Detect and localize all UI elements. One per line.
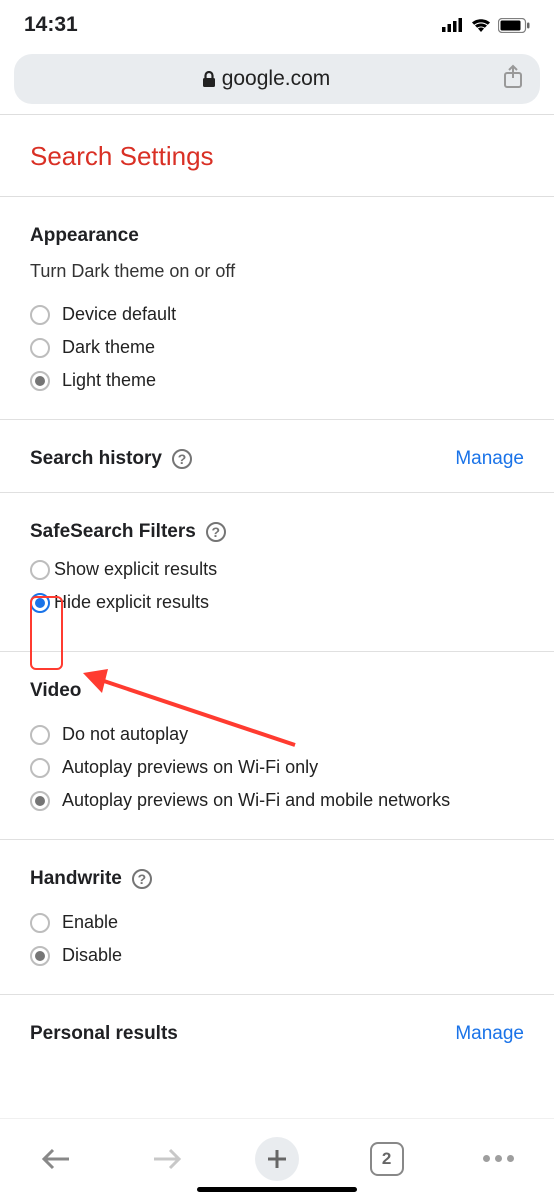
home-indicator [197,1187,357,1192]
radio-label: Enable [62,912,118,933]
section-video: Video Do not autoplay Autoplay previews … [30,652,524,840]
radio-no-autoplay[interactable]: Do not autoplay [30,718,524,751]
radio-icon [30,593,50,613]
radio-label: Device default [62,304,176,325]
back-button[interactable] [32,1135,80,1183]
section-search-history: Search history ? Manage [30,420,524,493]
section-personal-results: Personal results Manage [30,995,524,1045]
radio-label: Light theme [62,370,156,391]
radio-icon [30,946,50,966]
radio-icon [30,305,50,325]
manage-personal-results-link[interactable]: Manage [455,1023,524,1045]
radio-hide-explicit[interactable]: Hide explicit results [30,586,524,619]
help-icon[interactable]: ? [132,869,152,889]
radio-icon [30,913,50,933]
radio-label: Dark theme [62,337,155,358]
radio-icon [30,338,50,358]
appearance-heading: Appearance [30,225,524,247]
menu-button[interactable] [474,1135,522,1183]
radio-icon [30,791,50,811]
share-button[interactable] [502,64,524,95]
safesearch-radio-group: Show explicit results Hide explicit resu… [30,553,524,619]
cellular-signal-icon [442,18,464,32]
browser-chrome: google.com [0,48,554,114]
radio-icon [30,758,50,778]
section-appearance: Appearance Turn Dark theme on or off Dev… [30,197,524,420]
page-title: Search Settings [0,115,554,196]
settings-content: Appearance Turn Dark theme on or off Dev… [0,197,554,1045]
tabs-button[interactable]: 2 [363,1135,411,1183]
status-indicators [442,17,530,33]
forward-arrow-icon [152,1147,182,1171]
radio-label: Autoplay previews on Wi-Fi and mobile ne… [62,790,450,811]
radio-icon [30,725,50,745]
radio-label: Autoplay previews on Wi-Fi only [62,757,318,778]
manage-search-history-link[interactable]: Manage [455,448,524,470]
browser-toolbar: 2 [0,1118,554,1198]
section-handwrite: Handwrite ? Enable Disable [30,840,524,995]
tab-count-badge: 2 [370,1142,404,1176]
radio-label: Hide explicit results [54,592,209,613]
radio-handwrite-enable[interactable]: Enable [30,906,524,939]
radio-handwrite-disable[interactable]: Disable [30,939,524,972]
appearance-subtext: Turn Dark theme on or off [30,261,524,282]
radio-icon [30,371,50,391]
appearance-radio-group: Device default Dark theme Light theme [30,298,524,397]
section-safesearch: SafeSearch Filters ? Show explicit resul… [30,493,524,652]
handwrite-radio-group: Enable Disable [30,906,524,972]
address-bar[interactable]: google.com [14,54,540,104]
plus-icon [265,1147,289,1171]
radio-label: Disable [62,945,122,966]
radio-device-default[interactable]: Device default [30,298,524,331]
video-heading: Video [30,680,524,702]
address-domain: google.com [222,67,331,91]
radio-autoplay-all[interactable]: Autoplay previews on Wi-Fi and mobile ne… [30,784,524,817]
more-icon [483,1155,514,1162]
search-history-heading: Search history [30,448,162,470]
help-icon[interactable]: ? [206,522,226,542]
back-arrow-icon [41,1147,71,1171]
handwrite-heading: Handwrite [30,868,122,890]
lock-icon [202,71,216,87]
battery-icon [498,18,530,33]
video-radio-group: Do not autoplay Autoplay previews on Wi-… [30,718,524,817]
radio-label: Show explicit results [54,559,217,580]
radio-autoplay-wifi[interactable]: Autoplay previews on Wi-Fi only [30,751,524,784]
personal-results-heading: Personal results [30,1023,178,1045]
share-icon [502,64,524,90]
radio-light-theme[interactable]: Light theme [30,364,524,397]
safesearch-heading: SafeSearch Filters [30,521,196,543]
address-bar-content: google.com [30,67,502,91]
radio-dark-theme[interactable]: Dark theme [30,331,524,364]
help-icon[interactable]: ? [172,449,192,469]
radio-icon [30,560,50,580]
status-bar: 14:31 [0,0,554,48]
new-tab-button[interactable] [255,1137,299,1181]
forward-button[interactable] [143,1135,191,1183]
radio-show-explicit[interactable]: Show explicit results [30,553,524,586]
radio-label: Do not autoplay [62,724,188,745]
wifi-icon [470,17,492,33]
status-time: 14:31 [24,13,78,37]
